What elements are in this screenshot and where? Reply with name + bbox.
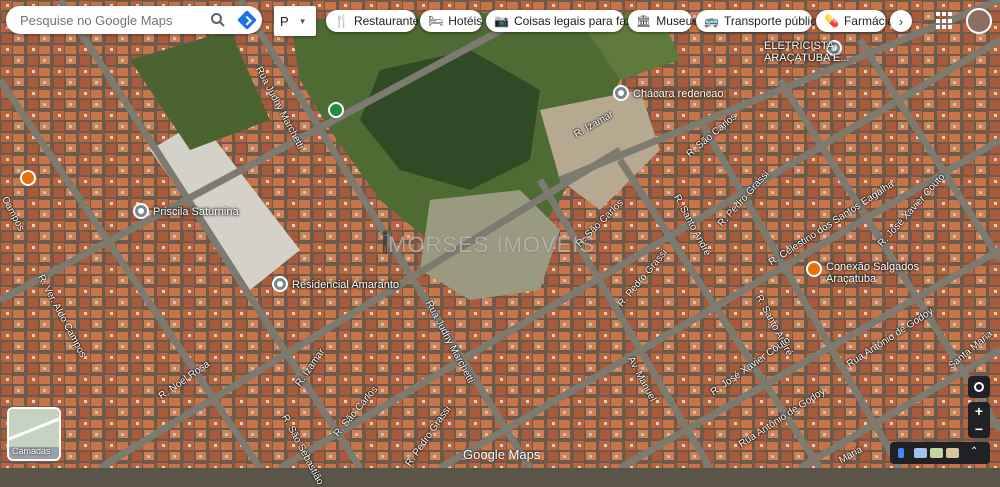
layers-button[interactable]: Camadas	[7, 407, 61, 461]
avatar[interactable]	[966, 8, 992, 34]
place-marker-conexao[interactable]	[806, 261, 822, 277]
chip-farmacias[interactable]: 💊 Farmácias	[816, 10, 900, 32]
chip-museus[interactable]: 🏛 Museus	[628, 10, 698, 32]
camera-icon: 📷	[494, 14, 509, 28]
chip-restaurantes[interactable]: 🍴 Restaurantes	[326, 10, 425, 32]
chip-label: Transporte público	[723, 14, 823, 28]
my-location-icon	[974, 382, 984, 392]
chip-coisas-legais[interactable]: 📷 Coisas legais para fazer	[486, 10, 643, 32]
zoom-in-button[interactable]: +	[968, 402, 990, 420]
chip-transporte-publico[interactable]: 🚌 Transporte público	[696, 10, 823, 32]
place-label-eletricista-1[interactable]: ELETRICISTA	[764, 40, 834, 52]
bottom-controls-strip: ⌃	[890, 442, 990, 464]
pegman-icon[interactable]	[898, 448, 904, 458]
chip-label: Restaurantes	[353, 14, 426, 28]
chip-label: Hotéis	[448, 14, 483, 28]
place-marker-orange-left[interactable]	[20, 170, 36, 186]
my-location-button[interactable]	[968, 376, 990, 398]
apps-grid-icon[interactable]	[936, 12, 954, 30]
chip-label: Museus	[656, 14, 699, 28]
watermark-text: MORSES IMOVEIS	[388, 232, 596, 257]
chip-hoteis[interactable]: 🛏 Hotéis	[420, 10, 482, 32]
search-type-dropdown[interactable]: P ▼	[274, 6, 316, 36]
place-marker-chacara[interactable]	[613, 85, 629, 101]
place-marker-priscila[interactable]	[133, 203, 149, 219]
park-marker[interactable]	[328, 102, 344, 118]
pharmacy-icon: 💊	[824, 14, 839, 28]
layers-thumbnail	[9, 409, 59, 447]
layers-label: Camadas	[12, 446, 51, 456]
google-maps-logo: Google Maps	[463, 447, 541, 462]
layer-thumb-1[interactable]	[914, 448, 927, 458]
zoom-controls: + −	[968, 402, 990, 438]
directions-icon[interactable]	[232, 6, 262, 34]
top-bar: Pesquise no Google Maps P ▼ 🍴 Restaurant…	[6, 6, 994, 36]
place-label-eletricista-2[interactable]: ARAÇATUBA E...	[764, 52, 849, 64]
layer-thumb-2[interactable]	[930, 448, 943, 458]
chevron-down-icon: ▼	[298, 16, 307, 26]
chip-label: Coisas legais para fazer	[513, 14, 643, 28]
museum-icon: 🏛	[636, 14, 652, 28]
place-label-conexao-1[interactable]: Conexão Salgados	[826, 261, 919, 273]
search-input[interactable]: Pesquise no Google Maps	[6, 13, 204, 28]
hotel-icon: 🛏	[428, 14, 444, 28]
search-icon[interactable]	[204, 6, 232, 34]
place-marker-residencial[interactable]	[272, 276, 288, 292]
place-label-priscila[interactable]: Priscila Saturnina	[153, 206, 239, 218]
zoom-out-button[interactable]: −	[968, 420, 990, 438]
place-label-conexao-2[interactable]: Araçatuba	[826, 273, 876, 285]
expand-icon[interactable]: ⌃	[970, 447, 980, 457]
dropdown-label: P	[280, 13, 289, 29]
place-label-chacara[interactable]: Chácara redencao	[633, 88, 724, 100]
chevron-right-icon[interactable]: ›	[890, 10, 912, 32]
layer-thumb-3[interactable]	[946, 448, 959, 458]
search-box[interactable]: Pesquise no Google Maps	[6, 6, 262, 34]
transit-icon: 🚌	[704, 14, 719, 28]
place-label-residencial[interactable]: Residencial Amaranto	[292, 279, 399, 291]
restaurant-icon: 🍴	[334, 14, 349, 28]
